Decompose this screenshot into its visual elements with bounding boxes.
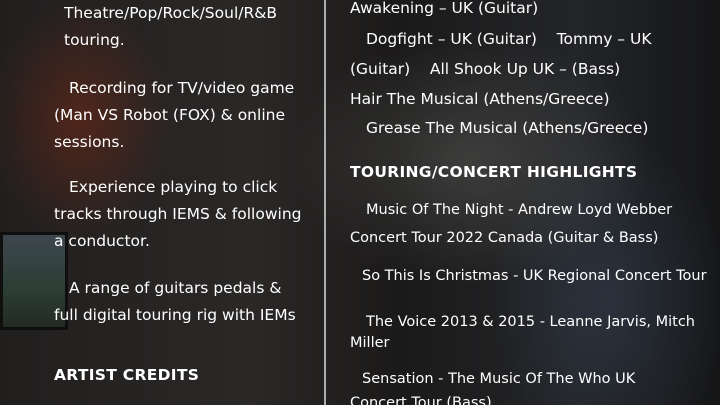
touring-item-line: The Voice 2013 & 2015 - Leanne Jarvis, M… <box>366 314 695 330</box>
column-divider <box>324 0 326 405</box>
theatre-credit-line: (Guitar) All Shook Up UK – (Bass) <box>350 60 621 78</box>
skill-text: (Man VS Robot (FOX) & online <box>54 106 285 124</box>
touring-item-line: So This Is Christmas - UK Regional Conce… <box>362 268 707 284</box>
skill-text: a conductor. <box>54 232 150 250</box>
skill-text: tracks through IEMS & following <box>54 205 302 223</box>
theatre-credit-line: Awakening – UK (Guitar) <box>350 0 539 17</box>
touring-item-line: Concert Tour (Bass) <box>350 395 492 411</box>
theatre-credit-line: Grease The Musical (Athens/Greece) <box>366 119 649 137</box>
skill-text: Recording for TV/video game <box>69 79 295 97</box>
touring-heading: TOURING/CONCERT HIGHLIGHTS <box>350 163 638 181</box>
skill-text: Experience playing to click <box>69 178 278 196</box>
skill-text: Theatre/Pop/Rock/Soul/R&B <box>64 4 277 22</box>
skill-text: full digital touring rig with IEMs <box>54 306 296 324</box>
theatre-credit-line: Dogfight – UK (Guitar) Tommy – UK <box>366 30 652 48</box>
artist-credits-heading: ARTIST CREDITS <box>54 366 200 384</box>
touring-item-line: Sensation - The Music Of The Who UK <box>362 371 636 387</box>
touring-item-line: Concert Tour 2022 Canada (Guitar & Bass) <box>350 230 659 246</box>
skill-text: sessions. <box>54 133 125 151</box>
touring-item-line: Miller <box>350 335 390 351</box>
skill-text: A range of guitars pedals & <box>69 279 282 297</box>
skill-text: touring. <box>64 31 125 49</box>
touring-item-line: Music Of The Night - Andrew Loyd Webber <box>366 202 673 218</box>
theatre-credit-line: Hair The Musical (Athens/Greece) <box>350 90 610 108</box>
